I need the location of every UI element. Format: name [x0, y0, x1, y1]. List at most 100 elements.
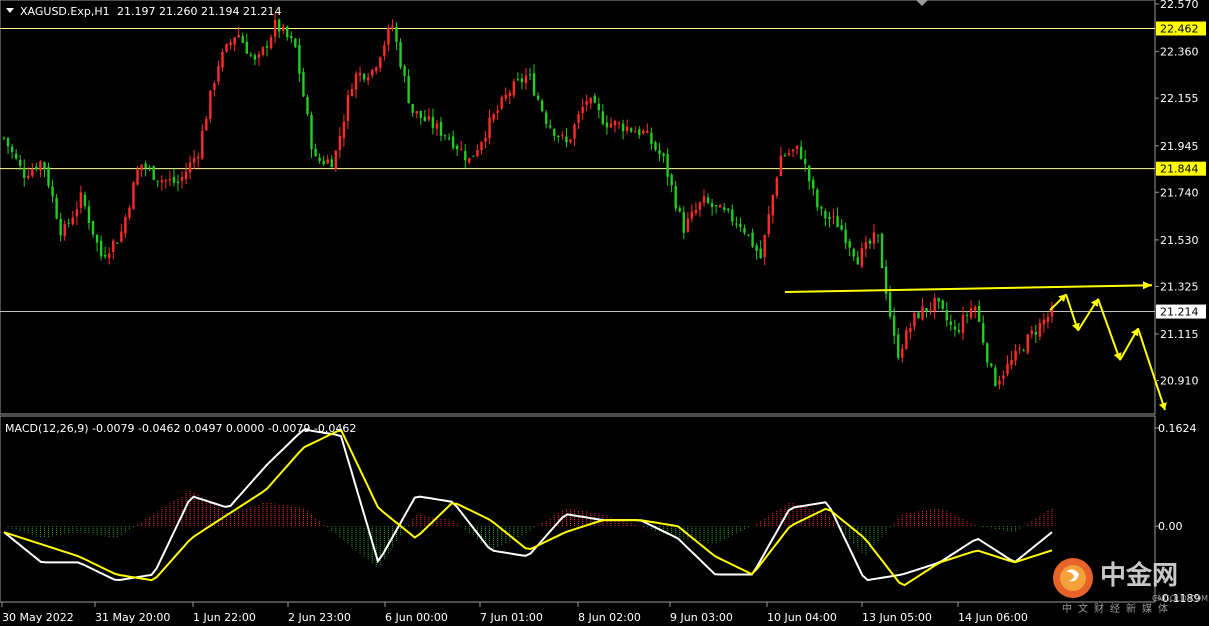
- candle-body: [1030, 330, 1033, 334]
- candle-body: [395, 26, 398, 43]
- candle-body: [225, 43, 228, 52]
- time-tick-label: 7 Jun 01:00: [480, 611, 543, 624]
- candle: [945, 301, 948, 327]
- candle: [241, 32, 244, 44]
- candle: [929, 302, 932, 316]
- candle-body: [164, 179, 168, 181]
- candle-body: [294, 38, 297, 47]
- candle-body: [2, 137, 6, 139]
- candle-body: [666, 154, 669, 177]
- candle: [371, 68, 374, 79]
- candle-body: [1010, 359, 1013, 366]
- candle-body: [808, 165, 811, 182]
- candle: [480, 141, 483, 155]
- candle: [549, 119, 552, 130]
- candle: [407, 69, 410, 104]
- candle: [767, 205, 770, 238]
- candle-body: [241, 36, 244, 43]
- candle: [905, 326, 908, 350]
- price-tick-label: 21.740: [1160, 186, 1199, 199]
- candle: [565, 128, 568, 148]
- candle: [771, 194, 775, 224]
- candle-body: [148, 167, 151, 169]
- candle-body: [342, 121, 346, 139]
- candle-body: [217, 66, 220, 82]
- candle-body: [431, 116, 435, 129]
- candle: [678, 205, 681, 213]
- candle-body: [625, 126, 629, 132]
- candle: [613, 119, 617, 133]
- macd-tick-label: 0.1624: [1158, 422, 1197, 435]
- candle-body: [719, 205, 722, 208]
- candle: [99, 235, 103, 261]
- candle: [460, 141, 463, 151]
- candle-body: [990, 363, 993, 367]
- candle-body: [47, 167, 50, 187]
- candle: [201, 124, 204, 160]
- candle-body: [933, 297, 936, 312]
- candle-body: [338, 135, 342, 151]
- candle-body: [290, 36, 293, 39]
- shift-marker-icon[interactable]: [916, 0, 928, 6]
- macd-line: [3, 428, 1053, 582]
- candle: [573, 122, 576, 146]
- candle: [532, 64, 536, 97]
- candle-body: [407, 76, 410, 104]
- candle-body: [767, 214, 770, 235]
- candle-body: [585, 101, 588, 105]
- candle: [23, 159, 26, 187]
- candle: [192, 149, 196, 170]
- candle: [783, 153, 787, 157]
- candle: [617, 120, 621, 129]
- candle-body: [803, 158, 807, 164]
- candle-body: [787, 153, 791, 155]
- candle-body: [75, 209, 79, 217]
- candle: [286, 25, 289, 41]
- candle-body: [638, 129, 641, 136]
- candle: [14, 149, 18, 161]
- candle-body: [358, 72, 362, 76]
- candle-body: [71, 217, 74, 225]
- candle: [439, 116, 443, 142]
- candle: [306, 94, 309, 117]
- candle-body: [257, 54, 261, 58]
- candle-body: [682, 212, 685, 233]
- candle-body: [63, 224, 66, 237]
- candle: [197, 152, 200, 168]
- candle: [375, 65, 378, 75]
- candle: [387, 24, 390, 52]
- candle: [735, 216, 738, 229]
- candle: [593, 93, 596, 104]
- candle-body: [581, 106, 584, 114]
- candle: [6, 137, 10, 155]
- candle-body: [812, 179, 815, 189]
- logo-url: CNGOLD.COM.CN: [1152, 594, 1209, 603]
- candle-body: [965, 314, 969, 316]
- candle: [759, 240, 762, 260]
- candle: [860, 242, 864, 269]
- forecast-segment: [1097, 298, 1121, 361]
- candle-body: [553, 128, 556, 136]
- candle-body: [913, 312, 916, 327]
- candle: [880, 232, 884, 269]
- candle: [120, 223, 123, 243]
- candle-body: [763, 235, 766, 258]
- ohlc-values: 21.197 21.260 21.194 21.214: [117, 5, 281, 18]
- candle: [650, 127, 653, 150]
- candle: [957, 322, 961, 335]
- time-tick-label: 6 Jun 00:00: [385, 611, 448, 624]
- candle: [820, 205, 823, 216]
- candle-body: [654, 142, 657, 150]
- candle-body: [468, 157, 471, 163]
- candle-body: [322, 160, 325, 165]
- candle-body: [698, 202, 702, 210]
- candle: [969, 300, 973, 320]
- candle-body: [658, 150, 661, 155]
- candle: [334, 149, 337, 172]
- collapse-triangle-icon[interactable]: [6, 8, 14, 13]
- candle-body: [735, 223, 738, 225]
- candle: [884, 259, 888, 301]
- candle-body: [771, 195, 775, 216]
- candle-body: [953, 326, 957, 330]
- symbol-label: XAGUSD.Exp,H1: [20, 5, 110, 18]
